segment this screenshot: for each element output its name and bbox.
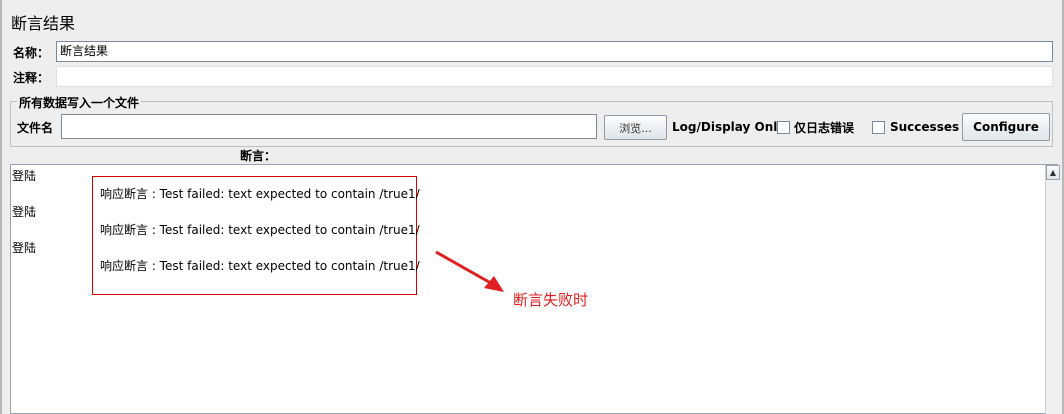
scroll-up-arrow-icon[interactable]: ▲	[1046, 165, 1060, 180]
tree-item-login[interactable]: 登陆	[12, 203, 36, 220]
page-title: 断言结果	[11, 14, 76, 33]
vertical-scrollbar[interactable]: ▲	[1045, 165, 1060, 414]
errors-only-checkbox[interactable]	[777, 121, 790, 134]
filename-label: 文件名	[17, 121, 54, 135]
successes-label: Successes	[890, 120, 960, 134]
tree-item-login[interactable]: 登陆	[12, 167, 36, 184]
assertion-message: 响应断言 : Test failed: text expected to con…	[100, 223, 420, 237]
errors-only-label: 仅日志错误	[794, 121, 855, 135]
red-arrow-icon	[435, 250, 504, 292]
tree-item-login[interactable]: 登陆	[12, 239, 36, 256]
comment-label: 注释：	[13, 71, 50, 85]
window-left-border	[0, 0, 2, 414]
assertion-message: 响应断言 : Test failed: text expected to con…	[100, 259, 420, 273]
log-display-label: Log/Display Only:	[672, 120, 790, 134]
annotation-label: 断言失败时	[513, 291, 589, 309]
browse-button[interactable]: 浏览...	[604, 115, 667, 140]
filename-input[interactable]	[61, 114, 597, 139]
assertions-header: 断言：	[240, 149, 277, 163]
name-input[interactable]: 断言结果	[56, 41, 1053, 62]
configure-button[interactable]: Configure	[962, 113, 1050, 141]
file-group-legend: 所有数据写入一个文件	[17, 94, 142, 111]
comment-input[interactable]	[56, 66, 1053, 87]
name-label: 名称：	[13, 46, 50, 60]
successes-checkbox[interactable]	[872, 121, 885, 134]
assertion-message: 响应断言 : Test failed: text expected to con…	[100, 187, 420, 201]
